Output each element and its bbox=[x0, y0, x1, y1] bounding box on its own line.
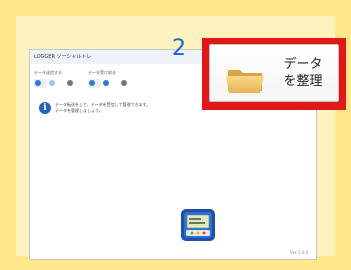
toolbar-button[interactable] bbox=[88, 79, 100, 88]
toolbar-button[interactable] bbox=[66, 79, 78, 88]
toolbar-icon bbox=[49, 80, 55, 86]
organize-data-label: データ を整理 bbox=[270, 56, 336, 90]
callout-number: 2 bbox=[172, 36, 186, 61]
toolbar-icon bbox=[89, 80, 95, 86]
toolbar-icon bbox=[103, 80, 109, 86]
toolbar-button[interactable] bbox=[48, 79, 60, 88]
toolbar-button[interactable] bbox=[102, 79, 114, 88]
toolbar-icon bbox=[35, 80, 41, 86]
info-icon: i bbox=[39, 102, 51, 114]
toolbar-button[interactable] bbox=[34, 79, 46, 88]
group-label-send: データ送信する bbox=[34, 70, 62, 75]
pedometer-device-icon bbox=[180, 208, 216, 242]
toolbar-icon bbox=[67, 80, 73, 86]
folder-icon bbox=[226, 64, 266, 98]
group-label-receive: データ受け取る bbox=[88, 70, 116, 75]
organize-data-button[interactable]: データ を整理 bbox=[209, 44, 339, 102]
status-text: Ver 1.0.0 bbox=[290, 250, 308, 255]
organize-data-label-line1: データ bbox=[283, 57, 323, 72]
organize-data-label-line2: を整理 bbox=[283, 74, 323, 89]
toolbar-icon bbox=[121, 80, 127, 86]
toolbar-button[interactable] bbox=[120, 79, 132, 88]
